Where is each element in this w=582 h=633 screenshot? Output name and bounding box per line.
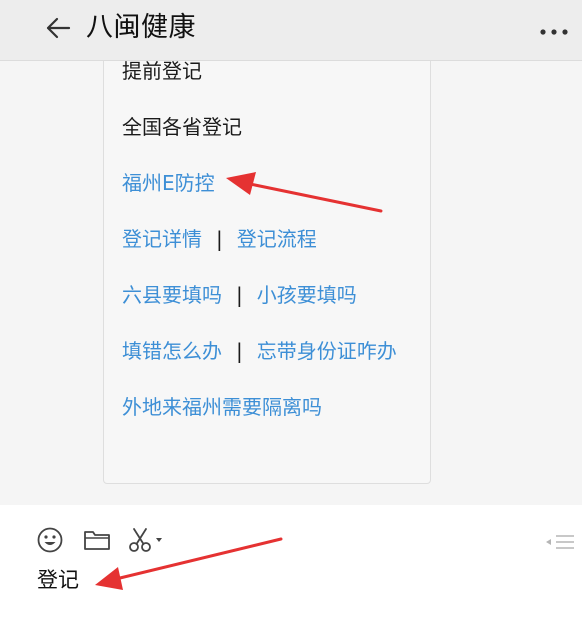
input-panel: 登记 bbox=[0, 505, 582, 633]
smiley-icon bbox=[37, 527, 63, 553]
menu-item-nationwide-registration[interactable]: 全国各省登记 bbox=[122, 111, 242, 143]
back-button[interactable] bbox=[38, 10, 78, 46]
more-button[interactable] bbox=[532, 14, 576, 50]
file-button[interactable] bbox=[80, 525, 114, 555]
more-dots-icon bbox=[540, 29, 568, 35]
menu-link-wrong-entry[interactable]: 填错怎么办 bbox=[122, 339, 222, 363]
menu-link-quarantine[interactable]: 外地来福州需要隔离吗 bbox=[122, 395, 322, 419]
screenshot-button[interactable] bbox=[126, 525, 166, 555]
chat-area: 提前登记 全国各省登记 福州E防控 登记详情 | 登记流程 六县要填吗 | 小孩要填吗 … bbox=[0, 61, 582, 505]
scissors-icon bbox=[129, 528, 162, 552]
menu-link-six-counties[interactable]: 六县要填吗 bbox=[122, 283, 222, 307]
top-bar: 八闽健康 bbox=[0, 0, 582, 60]
folder-icon bbox=[84, 531, 110, 550]
message-input[interactable]: 登记 bbox=[37, 565, 79, 595]
menu-item-advance-registration[interactable]: 提前登记 bbox=[122, 61, 202, 87]
emoji-button[interactable] bbox=[34, 525, 66, 555]
send-lines-icon[interactable] bbox=[544, 531, 576, 555]
menu-link-forgot-id[interactable]: 忘带身份证咋办 bbox=[257, 339, 397, 363]
arrow-left-icon bbox=[46, 17, 71, 39]
menu-link-registration-details[interactable]: 登记详情 bbox=[122, 227, 202, 251]
menu-separator: | bbox=[236, 283, 243, 307]
menu-separator: | bbox=[236, 339, 243, 363]
menu-separator: | bbox=[216, 227, 223, 251]
menu-link-fuzhou-e-prevention[interactable]: 福州E防控 bbox=[122, 171, 215, 195]
page-title: 八闽健康 bbox=[86, 12, 196, 43]
menu-link-registration-process[interactable]: 登记流程 bbox=[237, 227, 317, 251]
menu-card: 提前登记 全国各省登记 福州E防控 登记详情 | 登记流程 六县要填吗 | 小孩要填吗 … bbox=[103, 61, 431, 484]
menu-link-children[interactable]: 小孩要填吗 bbox=[257, 283, 357, 307]
